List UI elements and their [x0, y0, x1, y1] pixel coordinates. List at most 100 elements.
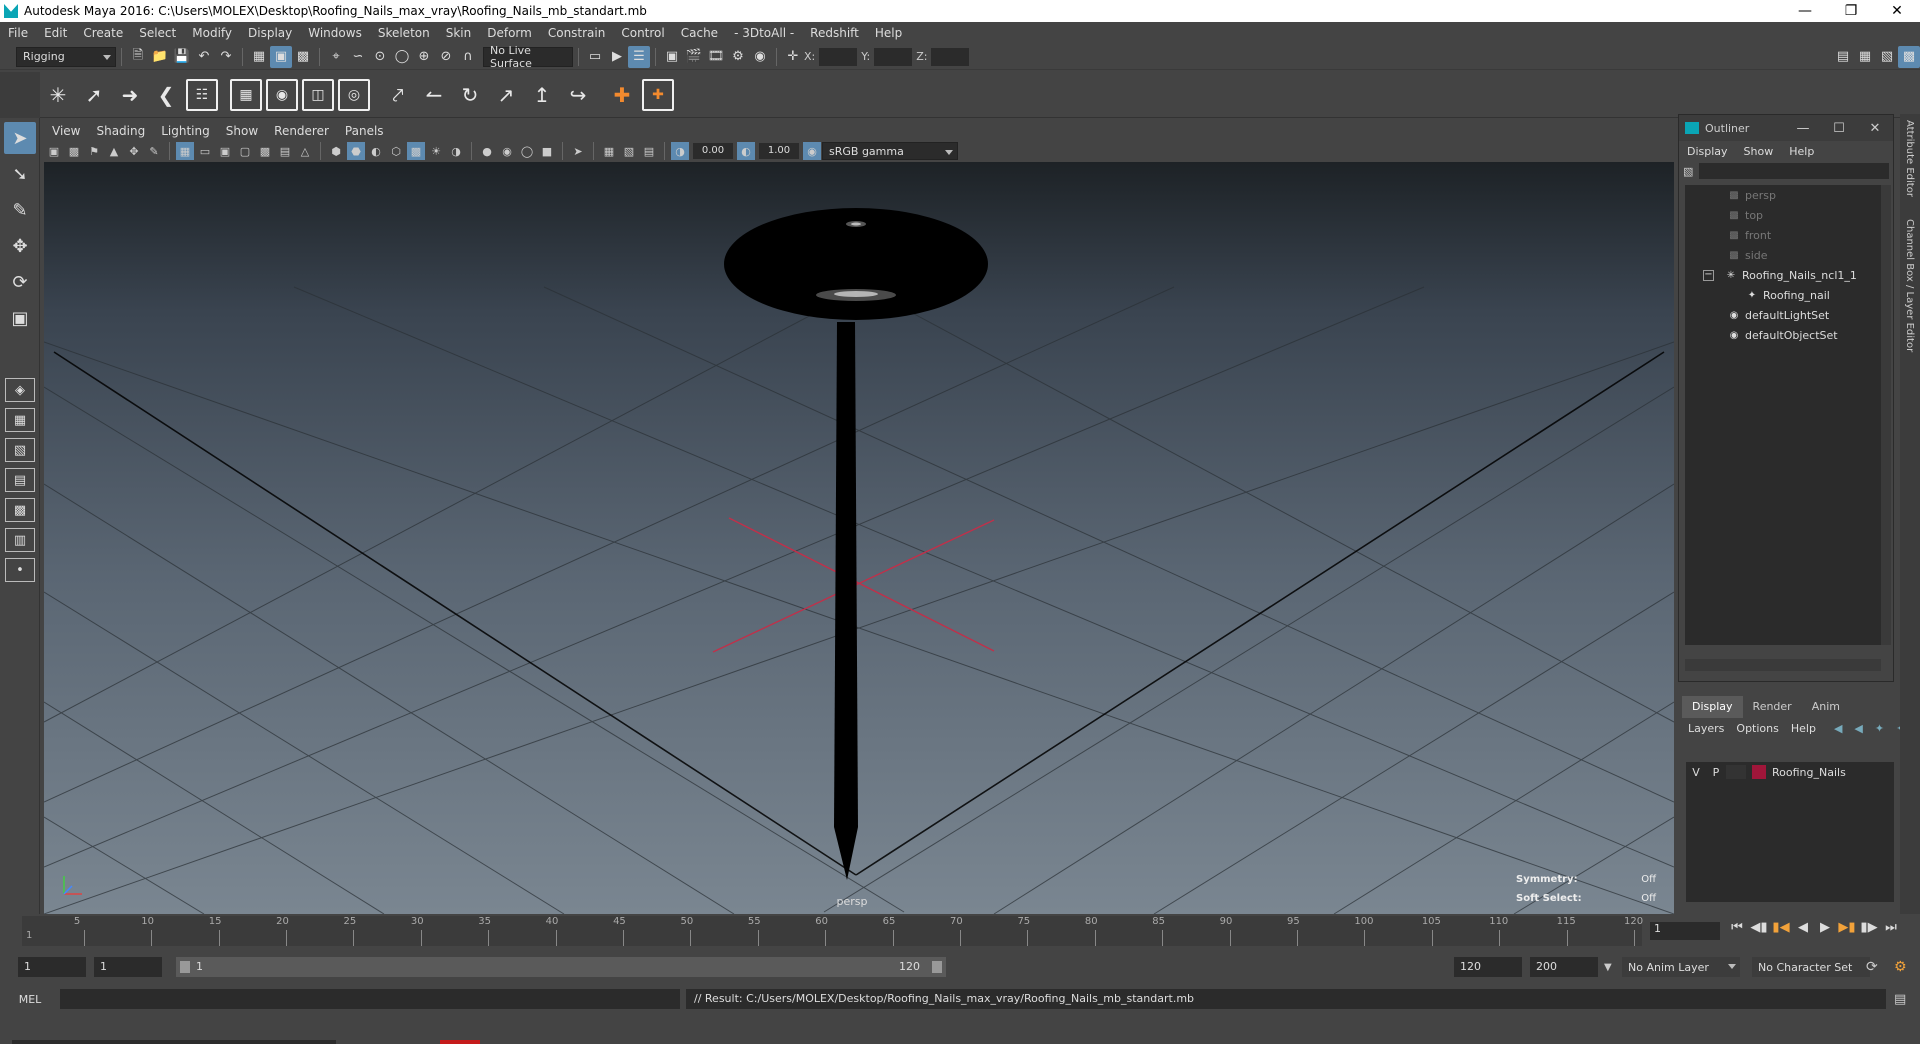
menu-skeleton[interactable]: Skeleton [370, 26, 438, 40]
outliner-item[interactable]: ◉ defaultObjectSet [1685, 325, 1881, 345]
move-layer-down-icon[interactable]: ◀ [1848, 722, 1868, 735]
layer-row[interactable]: V P Roofing_Nails [1686, 762, 1894, 782]
close-icon[interactable]: ✕ [1874, 0, 1920, 22]
auto-key-icon[interactable]: ⟳ [1866, 959, 1878, 975]
menu-display[interactable]: Display [240, 26, 300, 40]
2d-pan-zoom-icon[interactable]: ✥ [125, 142, 143, 160]
image-plane-icon[interactable]: ▲ [105, 142, 123, 160]
tab-channel-box-layer-editor[interactable]: Channel Box / Layer Editor [1904, 213, 1915, 358]
minimize-icon[interactable]: — [1785, 121, 1821, 136]
chevron-down-icon[interactable]: ▼ [1604, 962, 1612, 973]
modeling-toolkit-icon[interactable]: ▤ [1832, 46, 1854, 68]
tab-attribute-editor[interactable]: Attribute Editor [1904, 114, 1915, 203]
custom-layout-icon[interactable]: • [5, 558, 35, 582]
time-ruler[interactable]: 1 5 10 15 20 25 30 35 40 45 50 55 60 65 70 75 80 85 90 95 1… [22, 916, 1643, 946]
shadows-icon[interactable]: ◑ [447, 142, 465, 160]
perspective-viewport[interactable]: Symmetry: Off Soft Select: Off [44, 162, 1674, 914]
menu-redshift[interactable]: Redshift [802, 26, 867, 40]
go-to-end-icon[interactable]: ⏭ [1880, 920, 1902, 935]
persp-outliner-layout-icon[interactable]: ▧ [5, 438, 35, 462]
panel-menu-panels[interactable]: Panels [337, 124, 392, 138]
screen-space-ao-icon[interactable]: ● [478, 142, 496, 160]
layer-menu-help[interactable]: Help [1785, 722, 1822, 735]
safe-title-icon[interactable]: △ [296, 142, 314, 160]
shelf-tabs-menu[interactable] [0, 71, 40, 118]
menu-modify[interactable]: Modify [184, 26, 240, 40]
move-layer-up-icon[interactable]: ◀ [1828, 722, 1848, 735]
select-object-icon[interactable]: ▣ [270, 45, 292, 68]
smooth-bind-icon[interactable]: ▦ [230, 78, 262, 111]
outliner-menu-help[interactable]: Help [1781, 145, 1822, 158]
attribute-editor-toggle-icon[interactable]: ▦ [1854, 46, 1876, 68]
transform-mode-icon[interactable]: ✛ [782, 46, 804, 68]
scale-tool-icon[interactable]: ▣ [4, 302, 36, 334]
panel-menu-renderer[interactable]: Renderer [266, 124, 337, 138]
outliner-menu-display[interactable]: Display [1679, 145, 1736, 158]
view-transform-dropdown[interactable]: sRGB gamma [822, 142, 958, 160]
outliner-item[interactable]: ✦ Roofing_nail [1685, 285, 1881, 305]
depth-of-field-icon[interactable]: ■ [538, 142, 556, 160]
command-input[interactable] [60, 989, 680, 1009]
safe-action-icon[interactable]: ▤ [276, 142, 294, 160]
new-scene-icon[interactable]: 🗎 [127, 46, 149, 68]
gamma-icon[interactable]: ◐ [737, 142, 755, 160]
snap-point-icon[interactable]: ⊙ [369, 46, 391, 68]
playback-end-field[interactable]: 120 [1454, 957, 1522, 977]
point-constraint-icon[interactable]: ⤤ [382, 79, 414, 111]
layer-display-type[interactable] [1726, 765, 1746, 779]
grease-pencil-icon[interactable]: ✎ [145, 142, 163, 160]
snap-live-icon[interactable]: ⊘ [435, 46, 457, 68]
play-forwards-icon[interactable]: ▶ [1814, 920, 1836, 935]
layer-color-swatch[interactable] [1752, 765, 1766, 779]
exposure-icon[interactable]: ◑ [671, 142, 689, 160]
maximize-icon[interactable]: ☐ [1821, 121, 1857, 136]
outliner-item[interactable]: − ✳ Roofing_Nails_ncl1_1 [1685, 265, 1881, 285]
z-field[interactable] [931, 47, 970, 66]
open-scene-icon[interactable]: 📁 [149, 46, 171, 68]
menu-deform[interactable]: Deform [479, 26, 540, 40]
restore-icon[interactable]: ❐ [1828, 0, 1874, 22]
outliner-item[interactable]: ▩ side [1685, 245, 1881, 265]
render-settings-icon[interactable]: ⚙ [727, 46, 749, 68]
outliner-vertical-scrollbar[interactable] [1881, 185, 1891, 645]
go-to-start-icon[interactable]: ⏮ [1726, 920, 1748, 935]
backface-culling-icon[interactable]: ▤ [640, 142, 658, 160]
select-camera-icon[interactable]: ▣ [45, 142, 63, 160]
outliner-item[interactable]: ▩ persp [1685, 185, 1881, 205]
menu-windows[interactable]: Windows [300, 26, 370, 40]
layer-menu-layers[interactable]: Layers [1682, 722, 1730, 735]
tool-settings-icon[interactable]: ▧ [1876, 46, 1898, 68]
resolution-gate-icon[interactable]: ▣ [216, 142, 234, 160]
tab-display[interactable]: Display [1682, 696, 1743, 718]
filter-icon[interactable]: ▧ [1683, 165, 1693, 178]
xray-active-icon[interactable]: ▧ [620, 142, 638, 160]
panel-menu-view[interactable]: View [44, 124, 88, 138]
pole-vector-icon[interactable]: ↪ [562, 79, 594, 111]
camera-attributes-icon[interactable]: ▩ [65, 142, 83, 160]
four-view-layout-icon[interactable]: ▦ [5, 408, 35, 432]
wireframe-on-shaded-icon[interactable]: ⬡ [387, 142, 405, 160]
smooth-shade-icon[interactable]: ⬣ [347, 142, 365, 160]
anim-layer-dropdown[interactable]: No Anim Layer [1622, 957, 1740, 977]
menu-select[interactable]: Select [131, 26, 184, 40]
bookmark-icon[interactable]: ⚑ [85, 142, 103, 160]
collapse-icon[interactable]: − [1703, 269, 1714, 281]
script-language-toggle[interactable]: MEL [0, 993, 60, 1006]
default-material-icon[interactable]: ◐ [367, 142, 385, 160]
xray-joints-icon[interactable]: ▦ [600, 142, 618, 160]
isolate-select-icon[interactable]: ➤ [569, 142, 587, 160]
snap-surface-icon[interactable]: ⊕ [413, 46, 435, 68]
film-gate-icon[interactable]: ▭ [196, 142, 214, 160]
step-forward-key-icon[interactable]: ▮▶ [1858, 920, 1880, 935]
character-set-dropdown[interactable]: No Character Set [1752, 957, 1870, 977]
multisample-aa-icon[interactable]: ◯ [518, 142, 536, 160]
tab-anim[interactable]: Anim [1802, 696, 1850, 718]
x-field[interactable] [819, 47, 858, 66]
layer-menu-options[interactable]: Options [1730, 722, 1784, 735]
single-perspective-layout-icon[interactable]: ◈ [5, 378, 35, 402]
hypershade-icon[interactable]: ◉ [749, 46, 771, 68]
select-component-icon[interactable]: ▩ [292, 46, 314, 68]
minimize-icon[interactable]: — [1782, 0, 1828, 22]
panel-menu-lighting[interactable]: Lighting [153, 124, 218, 138]
tab-render[interactable]: Render [1743, 696, 1802, 718]
